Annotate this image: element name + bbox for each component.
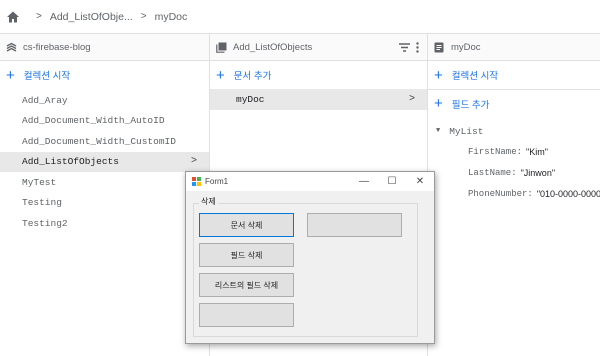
collection-item-selected[interactable]: Add_ListOfObjects > xyxy=(0,151,209,172)
start-collection-label: 컬렉션 시작 xyxy=(23,71,71,82)
blank-button-right[interactable] xyxy=(307,213,402,237)
root-column-title: cs-firebase-blog xyxy=(23,41,91,53)
subfield-key: FirstName: xyxy=(468,146,523,157)
subfield-row[interactable]: LastName: "Jinwon" xyxy=(428,162,600,183)
root-column: cs-firebase-blog + 컬렉션 시작 Add_Aray Add_D… xyxy=(0,34,210,356)
close-button[interactable]: ✕ xyxy=(406,172,434,191)
collection-item[interactable]: Add_Aray xyxy=(0,90,209,111)
form1-window: Form1 — ☐ ✕ 삭제 문서 삭제 필드 삭제 리스트의 필드 삭제 xyxy=(185,171,435,344)
delete-list-field-button[interactable]: 리스트의 필드 삭제 xyxy=(199,273,294,297)
document-item-label: myDoc xyxy=(236,94,265,105)
maximize-button[interactable]: ☐ xyxy=(378,172,406,191)
caret-down-icon[interactable]: ▼ xyxy=(436,127,440,135)
delete-field-button[interactable]: 필드 삭제 xyxy=(199,243,294,267)
add-document-label: 문서 추가 xyxy=(233,71,272,82)
collection-item[interactable]: Testing xyxy=(0,193,209,214)
add-field-label: 필드 추가 xyxy=(451,99,490,111)
root-column-header: cs-firebase-blog xyxy=(0,34,209,61)
breadcrumb-item-document[interactable]: myDoc xyxy=(155,11,188,23)
subfield-value: "Kim" xyxy=(526,146,548,157)
chevron-right-icon: > xyxy=(190,156,197,168)
collection-item-label: Testing2 xyxy=(22,217,68,229)
array-field[interactable]: ▼ MyList xyxy=(428,121,600,141)
start-subcollection-button[interactable]: + 컬렉션 시작 xyxy=(428,61,600,89)
groupbox-label: 삭제 xyxy=(199,196,218,207)
plus-icon: + xyxy=(434,66,443,84)
blank-button-left[interactable] xyxy=(199,303,294,327)
collection-item[interactable]: Add_Document_Width_AutoID xyxy=(0,111,209,132)
document-column: myDoc + 컬렉션 시작 + 필드 추가 ▼ MyList FirstNam… xyxy=(428,34,600,356)
collection-icon xyxy=(216,42,227,53)
plus-icon: + xyxy=(434,95,443,112)
field-tree: ▼ MyList FirstName: "Kim" LastName: "Jin… xyxy=(428,117,600,204)
collection-item-label: Add_Aray xyxy=(22,94,68,106)
collection-item-label: Add_Document_Width_CustomID xyxy=(22,135,176,147)
start-collection-button[interactable]: + 컬렉션 시작 xyxy=(0,61,209,89)
chevron-right-icon: > xyxy=(140,11,147,22)
collection-item[interactable]: MyTest xyxy=(0,172,209,193)
add-document-button[interactable]: + 문서 추가 xyxy=(210,61,427,89)
collection-item-label: Add_Document_Width_AutoID xyxy=(22,115,165,127)
filter-icon[interactable] xyxy=(399,42,410,52)
collection-item[interactable]: Add_Document_Width_CustomID xyxy=(0,131,209,152)
chevron-right-icon: > xyxy=(36,11,42,22)
collection-item-label: MyTest xyxy=(22,176,57,188)
subfield-row[interactable]: FirstName: "Kim" xyxy=(428,141,600,162)
add-field-button[interactable]: + 필드 추가 xyxy=(428,89,600,117)
more-vert-icon[interactable] xyxy=(416,41,419,53)
plus-icon: + xyxy=(216,66,225,84)
subfield-row[interactable]: PhoneNumber: "010-0000-0000" xyxy=(428,183,600,204)
firebase-project-icon xyxy=(6,42,17,53)
collection-item[interactable]: Testing2 xyxy=(0,213,209,234)
minimize-button[interactable]: — xyxy=(350,172,378,191)
document-column-header: myDoc xyxy=(428,34,600,61)
collection-column-title: Add_ListOfObjects xyxy=(233,41,313,53)
subfield-value: "Jinwon" xyxy=(520,167,556,178)
document-column-title: myDoc xyxy=(451,41,481,53)
chevron-right-icon: > xyxy=(408,94,415,105)
form-title-bar[interactable]: Form1 — ☐ ✕ xyxy=(186,172,434,191)
subfield-key: LastName: xyxy=(468,167,517,178)
delete-document-button[interactable]: 문서 삭제 xyxy=(199,213,294,237)
breadcrumb-item-collection[interactable]: Add_ListOfObje... xyxy=(50,11,133,23)
breadcrumb: > Add_ListOfObje... > myDoc xyxy=(0,0,600,34)
home-icon[interactable] xyxy=(6,10,20,24)
app-icon xyxy=(192,177,201,186)
collection-list: Add_Aray Add_Document_Width_AutoID Add_D… xyxy=(0,89,209,234)
collection-item-label: Testing xyxy=(22,197,62,209)
subfield-key: PhoneNumber: xyxy=(468,188,533,199)
array-field-name: MyList xyxy=(449,125,484,137)
subfield-value: "010-0000-0000" xyxy=(536,188,600,199)
collection-column-header: Add_ListOfObjects xyxy=(210,34,427,61)
start-subcollection-label: 컬렉션 시작 xyxy=(451,71,499,82)
document-item-selected[interactable]: myDoc > xyxy=(210,89,427,110)
plus-icon: + xyxy=(6,66,15,84)
collection-item-label: Add_ListOfObjects xyxy=(22,156,119,168)
form-title: Form1 xyxy=(205,177,229,186)
document-icon xyxy=(434,42,445,53)
